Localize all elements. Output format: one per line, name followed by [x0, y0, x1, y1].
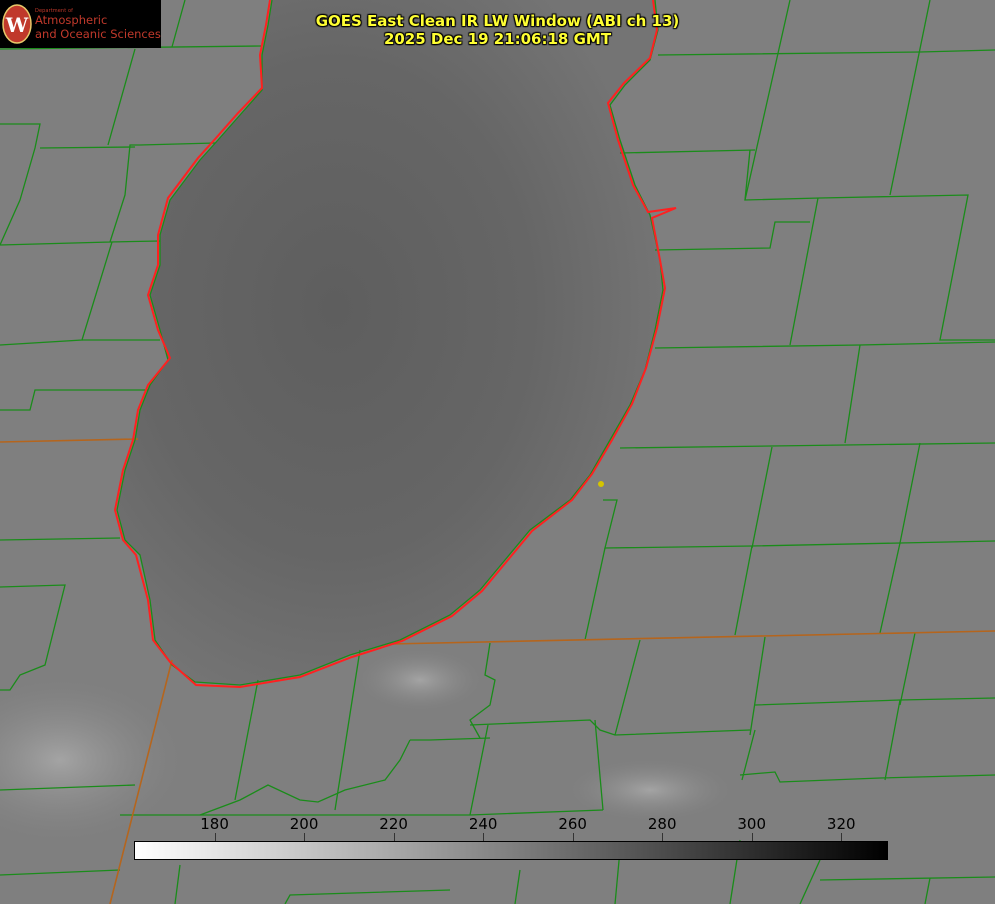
- colorbar-tick-label: 220: [379, 815, 408, 833]
- image-title: GOES East Clean IR LW Window (ABI ch 13): [315, 12, 680, 30]
- cloud-patch: [360, 650, 480, 710]
- colorbar-tick: [841, 833, 843, 841]
- colorbar-tick-label: 320: [826, 815, 856, 833]
- colorbar-tick-label: 200: [289, 815, 319, 833]
- colorbar-tick-label: 280: [647, 815, 677, 833]
- colorbar-tick: [214, 833, 216, 841]
- colorbar-tick-label: 180: [200, 815, 229, 833]
- cloud-patch: [570, 760, 730, 820]
- station-marker: [598, 481, 604, 487]
- colorbar-tick: [751, 833, 753, 841]
- colorbar-tick: [662, 833, 664, 841]
- colorbar-tick-label: 260: [558, 815, 587, 833]
- satellite-map: [0, 0, 995, 904]
- colorbar-tick: [572, 833, 574, 841]
- colorbar-tick-label: 240: [468, 815, 498, 833]
- colorbar-tick: [483, 833, 485, 841]
- colorbar-tick-label: 300: [737, 815, 767, 833]
- image-timestamp: 2025 Dec 19 21:06:18 GMT: [383, 30, 612, 48]
- colorbar-tick: [304, 833, 306, 841]
- colorbar-tick: [393, 833, 395, 841]
- colorbar: [134, 841, 888, 860]
